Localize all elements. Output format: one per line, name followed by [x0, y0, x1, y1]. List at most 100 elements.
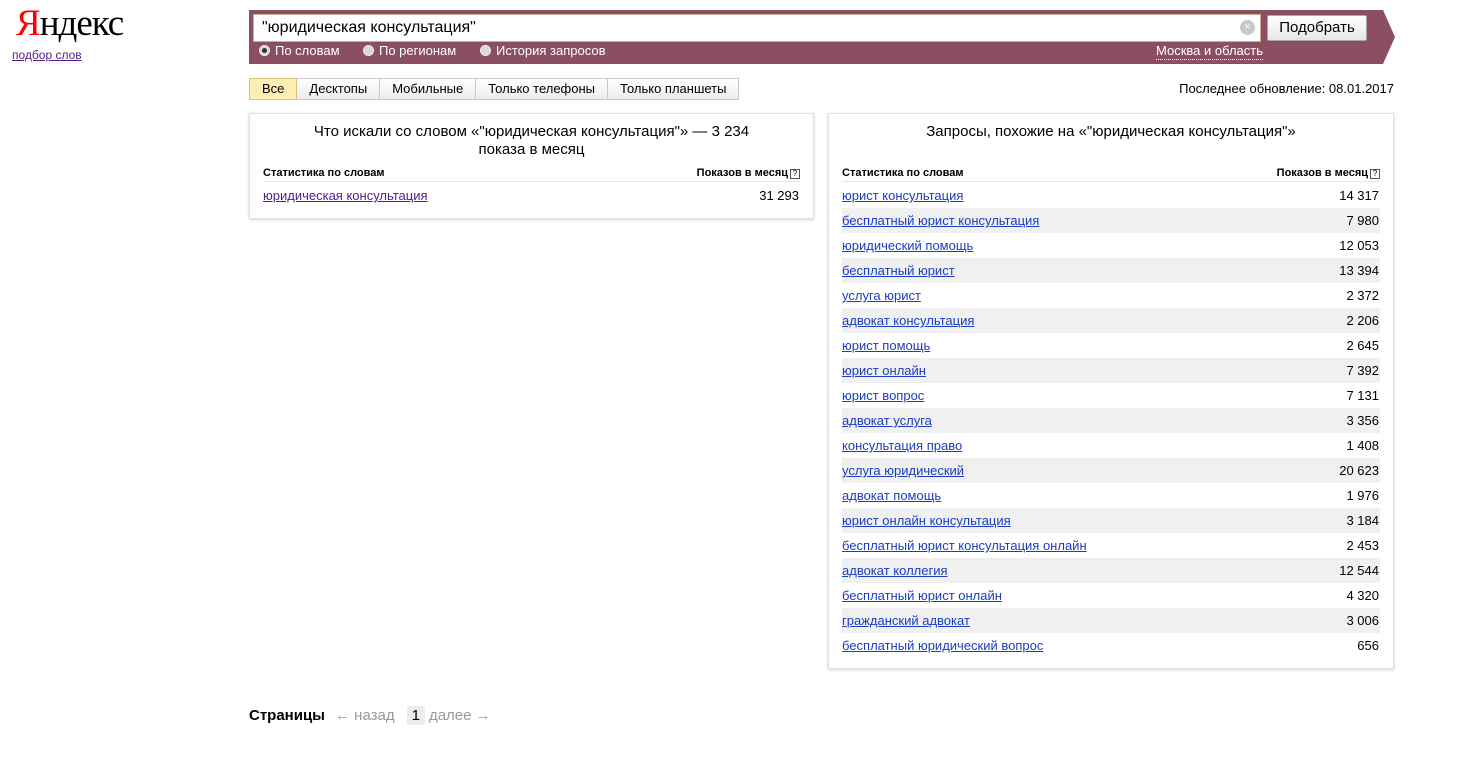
similar-queries-panel: Запросы, похожие на «"юридическая консул… [828, 113, 1394, 669]
phrase-link[interactable]: адвокат услуга [842, 413, 932, 428]
table-row: бесплатный юридический вопрос 656 [842, 633, 1380, 658]
word-stats-header: Статистика по словам Показов в месяц? [263, 164, 800, 182]
device-tabs: Все Десктопы Мобильные Только телефоны Т… [249, 78, 740, 100]
table-row: юрист вопрос 7 131 [842, 383, 1380, 408]
phrase-link[interactable]: адвокат консультация [842, 313, 974, 328]
help-icon[interactable]: ? [1370, 168, 1380, 179]
pagination-label: Страницы [249, 706, 325, 724]
column-shows-label: Показов в месяц? [1277, 167, 1380, 179]
table-row: юрист консультация 14 317 [842, 183, 1380, 208]
last-update-text: Последнее обновление: 08.01.2017 [1179, 81, 1394, 96]
help-icon[interactable]: ? [790, 168, 800, 179]
word-stats-rows: юридическая консультация 31 293 [263, 183, 800, 208]
shows-count: 656 [1357, 638, 1379, 653]
table-row: адвокат консультация 2 206 [842, 308, 1380, 333]
clear-icon[interactable]: × [1240, 20, 1255, 35]
next-page-link: далее → [428, 706, 491, 724]
table-row: адвокат услуга 3 356 [842, 408, 1380, 433]
shows-count: 12 053 [1339, 238, 1379, 253]
phrase-link[interactable]: юридическая консультация [263, 188, 428, 203]
shows-count: 4 320 [1346, 588, 1379, 603]
table-row: услуга юридический 20 623 [842, 458, 1380, 483]
table-row: адвокат коллегия 12 544 [842, 558, 1380, 583]
search-band-arrow [1383, 10, 1395, 64]
tab-desktops[interactable]: Десктопы [297, 78, 381, 100]
search-input[interactable]: "юридическая консультация" [253, 14, 1261, 42]
table-row: бесплатный юрист 13 394 [842, 258, 1380, 283]
phrase-link[interactable]: консультация право [842, 438, 962, 453]
yandex-logo[interactable]: Яндекс [16, 2, 124, 46]
phrase-link[interactable]: адвокат помощь [842, 488, 941, 503]
radio-by-words[interactable]: По словам [259, 43, 340, 58]
column-words-label: Статистика по словам [842, 166, 964, 179]
phrase-link[interactable]: юрист онлайн консультация [842, 513, 1011, 528]
tab-phones-only[interactable]: Только телефоны [476, 78, 609, 100]
table-row: юридический помощь 12 053 [842, 233, 1380, 258]
shows-count: 3 184 [1346, 513, 1379, 528]
search-button[interactable]: Подобрать [1267, 15, 1367, 41]
similar-queries-rows: юрист консультация 14 317 бесплатный юрис… [842, 183, 1380, 658]
table-row: бесплатный юрист консультация 7 980 [842, 208, 1380, 233]
table-row: гражданский адвокат 3 006 [842, 608, 1380, 633]
column-words-label: Статистика по словам [263, 166, 385, 179]
shows-count: 1 976 [1346, 488, 1379, 503]
phrase-link[interactable]: юрист помощь [842, 338, 930, 353]
radio-history[interactable]: История запросов [480, 43, 606, 58]
table-row: юрист помощь 2 645 [842, 333, 1380, 358]
table-row: услуга юрист 2 372 [842, 283, 1380, 308]
radio-unchecked-icon [363, 45, 374, 56]
phrase-link[interactable]: бесплатный юридический вопрос [842, 638, 1043, 653]
phrase-link[interactable]: юрист онлайн [842, 363, 926, 378]
phrase-link[interactable]: бесплатный юрист консультация онлайн [842, 538, 1087, 553]
radio-checked-icon [259, 45, 270, 56]
table-row: юрист онлайн 7 392 [842, 358, 1380, 383]
phrase-link[interactable]: бесплатный юрист консультация [842, 213, 1039, 228]
logo-rest: ндекс [39, 3, 125, 44]
region-link[interactable]: Москва и область [1156, 43, 1264, 60]
column-shows-label: Показов в месяц? [697, 167, 800, 179]
word-stats-panel: Что искали со словом «"юридическая консу… [249, 113, 814, 219]
prev-page-link: ← назад [335, 706, 395, 724]
shows-count: 2 453 [1346, 538, 1379, 553]
shows-count: 3 356 [1346, 413, 1379, 428]
shows-count: 31 293 [759, 188, 799, 203]
phrase-link[interactable]: юрист вопрос [842, 388, 924, 403]
similar-queries-header: Статистика по словам Показов в месяц? [842, 164, 1380, 182]
table-row: бесплатный юрист онлайн 4 320 [842, 583, 1380, 608]
table-row: консультация право 1 408 [842, 433, 1380, 458]
shows-count: 20 623 [1339, 463, 1379, 478]
shows-count: 3 006 [1346, 613, 1379, 628]
current-page: 1 [406, 705, 425, 725]
phrase-link[interactable]: бесплатный юрист онлайн [842, 588, 1002, 603]
shows-count: 14 317 [1339, 188, 1379, 203]
table-row: адвокат помощь 1 976 [842, 483, 1380, 508]
radio-by-regions[interactable]: По регионам [363, 43, 456, 58]
table-row: юрист онлайн консультация 3 184 [842, 508, 1380, 533]
shows-count: 7 980 [1346, 213, 1379, 228]
shows-count: 2 372 [1346, 288, 1379, 303]
tab-mobile[interactable]: Мобильные [380, 78, 477, 100]
pagination: Страницы ← назад 1 далее → [249, 703, 491, 727]
tab-tablets-only[interactable]: Только планшеты [608, 78, 740, 100]
shows-count: 7 131 [1346, 388, 1379, 403]
phrase-link[interactable]: адвокат коллегия [842, 563, 948, 578]
table-row: бесплатный юрист консультация онлайн 2 45… [842, 533, 1380, 558]
logo-first-letter: Я [16, 3, 41, 44]
word-stats-title: Что искали со словом «"юридическая консу… [313, 123, 750, 158]
table-row: юридическая консультация 31 293 [263, 183, 800, 208]
phrase-link[interactable]: услуга юрист [842, 288, 921, 303]
radio-unchecked-icon [480, 45, 491, 56]
shows-count: 2 645 [1346, 338, 1379, 353]
phrase-link[interactable]: юридический помощь [842, 238, 973, 253]
shows-count: 13 394 [1339, 263, 1379, 278]
tab-all[interactable]: Все [249, 78, 298, 100]
wordstat-link[interactable]: подбор слов [12, 48, 82, 62]
phrase-link[interactable]: гражданский адвокат [842, 613, 970, 628]
phrase-link[interactable]: юрист консультация [842, 188, 963, 203]
shows-count: 2 206 [1346, 313, 1379, 328]
shows-count: 7 392 [1346, 363, 1379, 378]
phrase-link[interactable]: бесплатный юрист [842, 263, 955, 278]
phrase-link[interactable]: услуга юридический [842, 463, 964, 478]
shows-count: 1 408 [1346, 438, 1379, 453]
similar-queries-title: Запросы, похожие на «"юридическая консул… [926, 123, 1296, 140]
